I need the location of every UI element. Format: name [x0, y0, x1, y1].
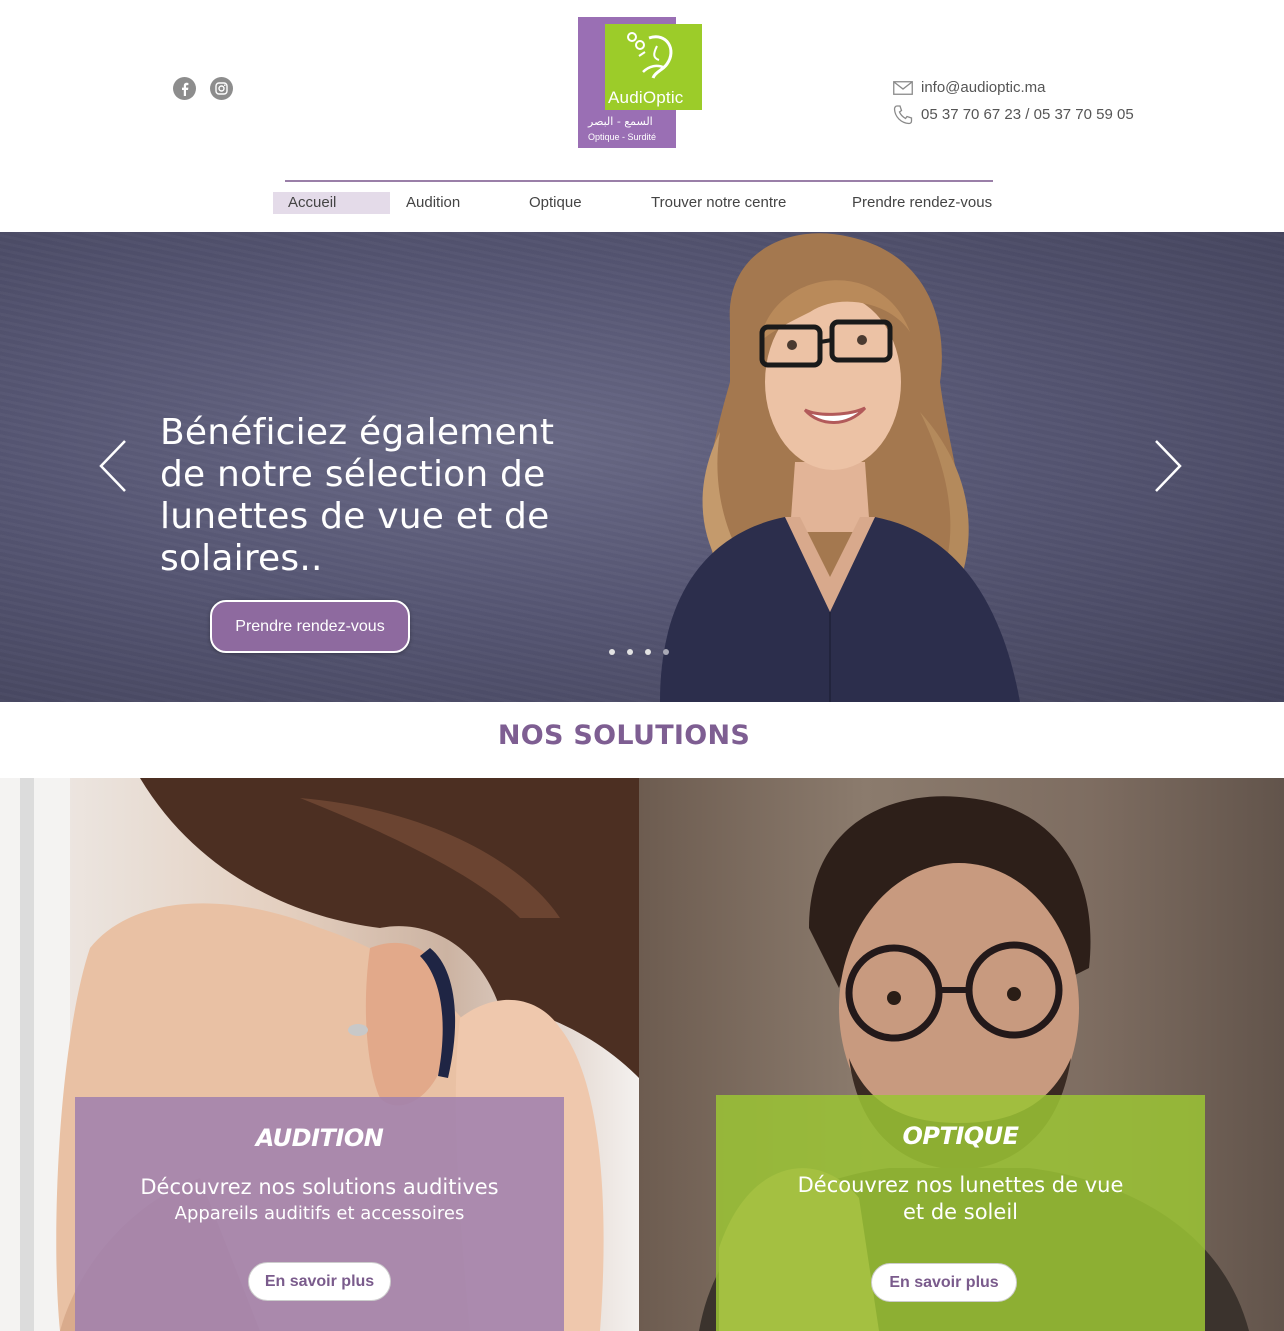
logo-ear-eye-icon	[627, 32, 673, 79]
hero-title: Bénéficiez également de notre sélection …	[160, 412, 555, 579]
audition-line-2: Appareils auditifs et accessoires	[174, 1203, 465, 1224]
slider-dot-3[interactable]	[645, 649, 651, 655]
nav-item-audition[interactable]: Audition	[406, 192, 529, 214]
optique-learn-more-button[interactable]: En savoir plus	[871, 1263, 1017, 1302]
audition-line-1: Découvrez nos solutions auditives	[140, 1175, 499, 1199]
slider-dot-4[interactable]	[663, 649, 669, 655]
optique-card: OPTIQUE Découvrez nos lunettes de vue et…	[716, 1095, 1205, 1331]
nav-divider	[285, 180, 993, 182]
hero-slider: Bénéficiez également de notre sélection …	[0, 232, 1284, 702]
audioptic-logo[interactable]: AudiOptic السمع - البصر Optique - Surdit…	[578, 17, 702, 148]
phone-icon	[893, 104, 913, 124]
optique-line-2: et de soleil	[903, 1200, 1018, 1224]
site-header: AudiOptic السمع - البصر Optique - Surdit…	[0, 0, 1284, 232]
nav-item-accueil[interactable]: Accueil	[273, 192, 390, 214]
nav-item-prendre-rdv[interactable]: Prendre rendez-vous	[852, 192, 992, 214]
logo-arabic-text: السمع - البصر	[588, 115, 653, 128]
envelope-icon	[893, 80, 913, 95]
logo-brand-text: AudiOptic	[608, 88, 684, 107]
instagram-icon[interactable]	[210, 77, 233, 100]
slider-next-arrow-icon[interactable]	[1153, 439, 1183, 493]
optique-line-1: Découvrez nos lunettes de vue	[797, 1173, 1124, 1197]
audition-title: AUDITION	[255, 1124, 384, 1152]
hero-cta-button[interactable]: Prendre rendez-vous	[210, 600, 410, 653]
social-links	[173, 77, 233, 100]
hero-woman-image	[660, 233, 1020, 702]
slider-dot-2[interactable]	[627, 649, 633, 655]
optique-title: OPTIQUE	[902, 1122, 1019, 1150]
contact-info: info@audioptic.ma 05 37 70 67 23 / 05 37…	[893, 74, 1134, 128]
phone-text[interactable]: 05 37 70 67 23 / 05 37 70 59 05	[921, 101, 1134, 128]
email-row[interactable]: info@audioptic.ma	[893, 74, 1134, 101]
main-nav: Accueil Audition Optique Trouver notre c…	[273, 192, 992, 214]
nav-item-optique[interactable]: Optique	[529, 192, 651, 214]
email-text[interactable]: info@audioptic.ma	[921, 74, 1045, 101]
audition-card: AUDITION Découvrez nos solutions auditiv…	[75, 1097, 564, 1331]
audition-learn-more-button[interactable]: En savoir plus	[248, 1262, 391, 1301]
logo-green-block: AudiOptic	[605, 24, 702, 110]
logo-subtitle: Optique - Surdité	[588, 132, 657, 142]
slider-dot-1[interactable]	[609, 649, 615, 655]
audition-panel: AUDITION Découvrez nos solutions auditiv…	[0, 778, 639, 1331]
solutions-heading: NOS SOLUTIONS	[497, 720, 751, 751]
slider-dots	[609, 649, 669, 655]
optique-panel: OPTIQUE Découvrez nos lunettes de vue et…	[639, 778, 1284, 1331]
nav-item-trouver-centre[interactable]: Trouver notre centre	[651, 192, 852, 214]
facebook-icon[interactable]	[173, 77, 196, 100]
slider-prev-arrow-icon[interactable]	[98, 439, 128, 493]
phone-row[interactable]: 05 37 70 67 23 / 05 37 70 59 05	[893, 101, 1134, 128]
